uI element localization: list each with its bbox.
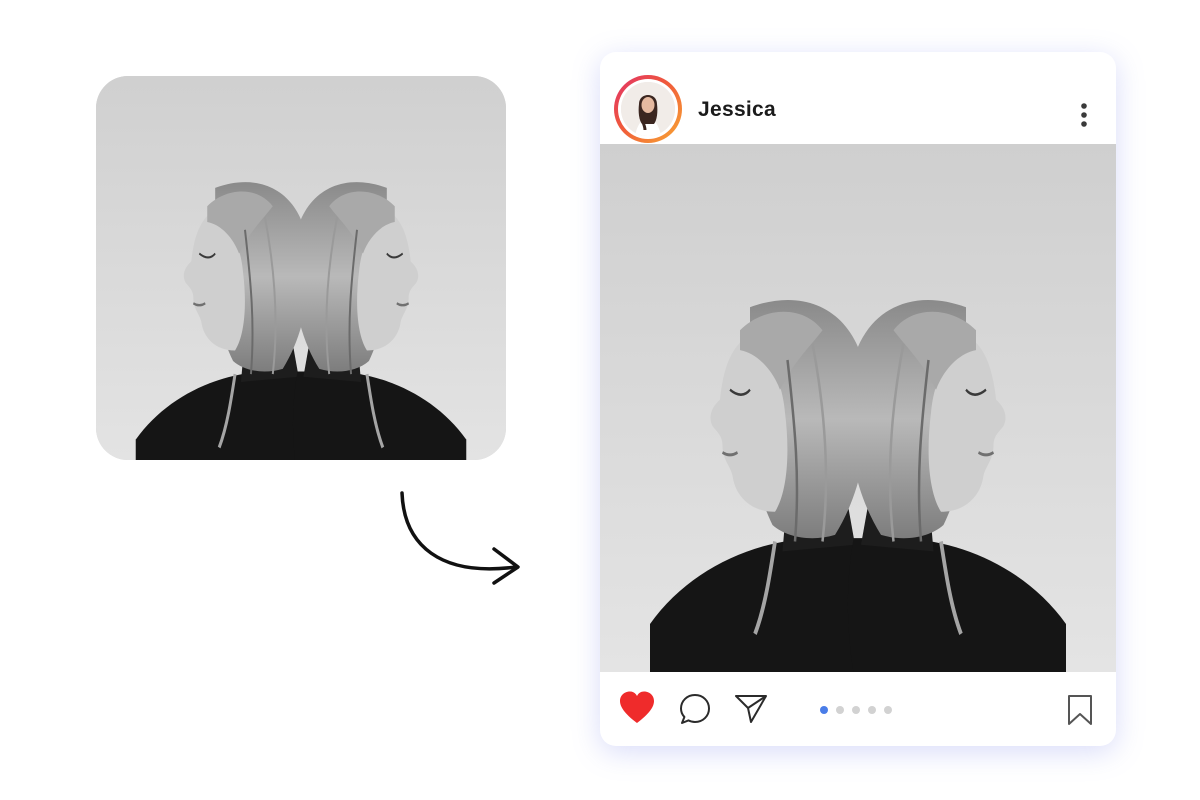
mirrored-portrait-image [96,76,506,460]
heart-icon[interactable] [618,690,656,726]
bookmark-icon[interactable] [1066,694,1094,726]
source-photo [96,76,506,460]
post-actions-bar [600,672,1116,746]
carousel-dot[interactable] [852,706,860,714]
avatar[interactable] [614,75,682,143]
send-paper-plane-icon[interactable] [734,692,768,724]
carousel-dot[interactable] [836,706,844,714]
carousel-dot[interactable] [884,706,892,714]
curved-arrow-icon [400,491,520,585]
more-vertical-icon[interactable] [1070,100,1098,130]
post-image[interactable] [600,144,1116,672]
carousel-indicator[interactable] [820,706,892,714]
profile-photo-icon [621,82,675,136]
post-header: Jessica [600,52,1116,144]
username[interactable]: Jessica [698,98,776,122]
mirrored-portrait-image [600,144,1116,672]
stage: Jessica [0,0,1200,800]
carousel-dot[interactable] [868,706,876,714]
comment-bubble-icon[interactable] [678,692,712,726]
carousel-dot[interactable] [820,706,828,714]
social-post-card: Jessica [600,52,1116,746]
